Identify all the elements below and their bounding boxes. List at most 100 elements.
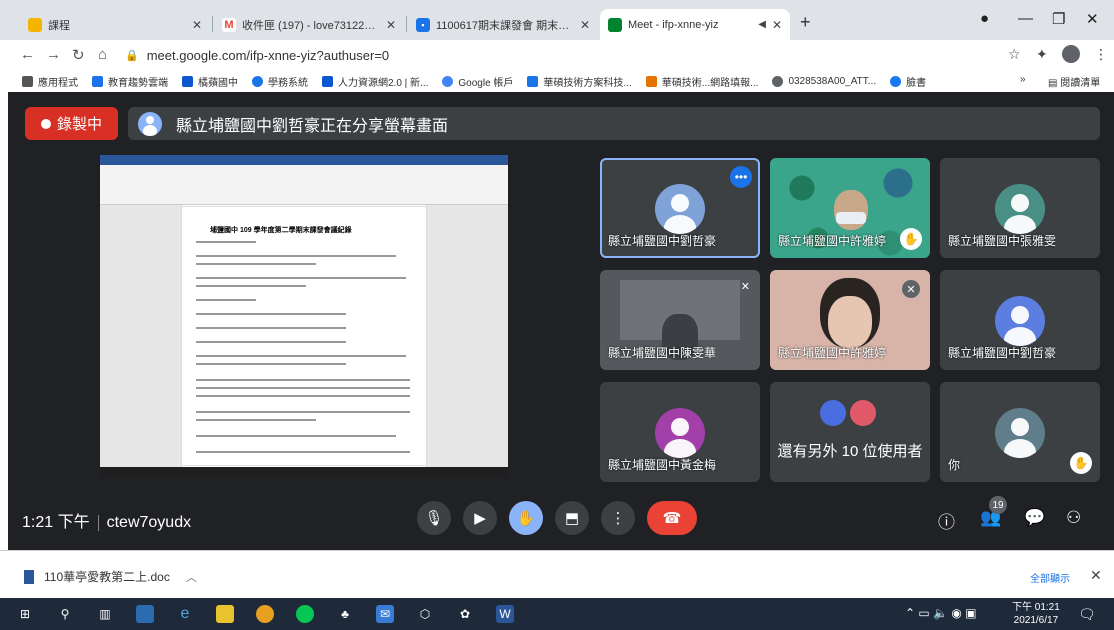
tray-app-icon[interactable]: ▣	[965, 606, 976, 620]
bookmark-item[interactable]: 教育趨勢雲端	[92, 74, 168, 89]
avatar	[995, 408, 1045, 458]
task-view-icon[interactable]: ▥	[96, 605, 114, 623]
minimize-icon[interactable]: —	[1018, 10, 1033, 27]
bookmark-item[interactable]: 0328538A00_ATT...	[772, 75, 876, 87]
record-dot-icon	[40, 118, 51, 129]
close-icon[interactable]: ✕	[772, 18, 782, 32]
bookmark-item[interactable]: 人力資源網2.0 | 新...	[322, 74, 428, 89]
profile-avatar[interactable]	[1062, 45, 1080, 63]
self-tile[interactable]: 你 ✋	[940, 382, 1100, 482]
app-icon[interactable]: ✿	[456, 605, 474, 623]
extensions-icon[interactable]: ✦	[1036, 46, 1048, 63]
person-face	[834, 190, 868, 230]
bookmark-item[interactable]: 臉書	[890, 74, 926, 89]
tray-app-icon[interactable]: ◉	[951, 606, 961, 620]
participant-name: 縣立埔鹽國中張雅雯	[948, 234, 1057, 248]
participant-tile[interactable]: 縣立埔鹽國中張雅雯	[940, 158, 1100, 258]
show-all-downloads-link[interactable]: 全部顯示	[1030, 570, 1070, 585]
file-explorer-icon[interactable]	[136, 605, 154, 623]
word-doc-icon	[24, 569, 34, 584]
package-icon[interactable]: ⬡	[416, 605, 434, 623]
more-options-icon[interactable]: •••	[730, 166, 752, 188]
avatar	[995, 296, 1045, 346]
present-button[interactable]: ⬒	[555, 501, 589, 535]
download-item[interactable]: 110華亭愛教第二上.doc ︿	[24, 568, 197, 585]
microphone-button[interactable]: 🎙	[417, 501, 451, 535]
face-mask	[836, 212, 866, 224]
new-tab-button[interactable]: +	[800, 12, 811, 33]
windows-start-icon[interactable]: ⊞	[16, 605, 34, 623]
clock-date: 2021/6/17	[1013, 615, 1059, 626]
participant-tile[interactable]: ✕ 縣立埔鹽國中許雅婷	[770, 270, 930, 370]
participant-tile[interactable]: 縣立埔鹽國中劉哲豪	[940, 270, 1100, 370]
tab-title: 收件匣 (197) - love73122828@	[242, 19, 380, 32]
reading-list-icon: ▤	[1048, 78, 1061, 89]
app-icon[interactable]: ♣	[336, 605, 354, 623]
star-icon[interactable]: ☆	[1008, 46, 1021, 63]
close-icon[interactable]: ✕	[1090, 567, 1102, 584]
chevron-up-icon[interactable]: ︿	[186, 569, 197, 585]
chevron-up-icon[interactable]: ⌃	[905, 606, 915, 620]
meeting-time: 1:21 下午	[22, 514, 90, 531]
bookmark-item[interactable]: 華碩技術方案科技...	[527, 74, 632, 89]
network-icon[interactable]: ▭	[918, 606, 929, 620]
chrome-icon[interactable]	[256, 605, 274, 623]
meeting-details-icon[interactable]: ⓘ	[938, 508, 955, 533]
reading-list-button[interactable]: ▤ 閱讀清單	[1048, 74, 1100, 89]
sticky-notes-icon[interactable]	[216, 605, 234, 623]
bookmark-item[interactable]: 華碩技術...網路填報...	[645, 74, 758, 89]
profile-dot-icon[interactable]: ●	[980, 10, 989, 27]
back-icon[interactable]: ←	[20, 46, 35, 63]
volume-icon[interactable]: 🔈	[933, 606, 948, 620]
doc-gutter-right	[426, 205, 508, 467]
system-tray[interactable]: ⌃ ▭ 🔈 ◉ ▣	[905, 606, 977, 620]
participant-tile[interactable]: ••• 縣立埔鹽國中劉哲豪	[600, 158, 760, 258]
url-text[interactable]: meet.google.com/ifp-xnne-yiz?authuser=0	[147, 48, 389, 63]
activities-icon[interactable]: ⚇	[1066, 508, 1081, 528]
menu-icon[interactable]: ⋮	[1094, 46, 1108, 63]
bookmark-item[interactable]: 橘蘋國中	[182, 74, 238, 89]
mail-icon[interactable]: ✉	[376, 605, 394, 623]
chat-icon[interactable]: 💬	[1024, 508, 1045, 528]
participant-tile[interactable]: ✕ 縣立埔鹽國中陳雯華	[600, 270, 760, 370]
bookmark-item[interactable]: 學務系統	[252, 74, 308, 89]
close-window-icon[interactable]: ✕	[1086, 10, 1099, 28]
audio-icon[interactable]: ◀	[758, 19, 766, 30]
search-icon[interactable]: ⚲	[56, 605, 74, 623]
close-icon[interactable]: ✕	[386, 18, 396, 32]
raise-hand-button[interactable]: ✋	[509, 501, 543, 535]
word-icon[interactable]: W	[496, 605, 514, 623]
reload-icon[interactable]: ↻	[72, 46, 85, 64]
home-icon[interactable]: ⌂	[98, 46, 107, 63]
forward-icon[interactable]: →	[46, 46, 61, 63]
notification-icon[interactable]: 🗨	[1078, 606, 1096, 623]
close-icon[interactable]: ✕	[580, 18, 590, 32]
doc-text-line	[196, 299, 256, 301]
ie-browser-icon[interactable]: e	[176, 605, 194, 623]
lock-icon[interactable]: 🔒	[125, 49, 139, 62]
tab-classroom[interactable]: 課程 ✕	[20, 9, 210, 40]
bookmarks-more-button[interactable]: »	[1020, 74, 1026, 85]
tab-meet[interactable]: Meet - ifp-xnne-yiz ◀ ✕	[600, 9, 790, 40]
shared-screen[interactable]: 埔鹽國中 109 學年度第二學期末課發會議紀錄	[100, 155, 508, 477]
more-options-button[interactable]: ⋮	[601, 501, 635, 535]
system-clock[interactable]: 下午 01:21 2021/6/17	[1012, 601, 1060, 627]
bookmark-apps[interactable]: 應用程式	[22, 74, 78, 89]
camera-button[interactable]: ▶	[463, 501, 497, 535]
others-tile[interactable]: 還有另外 10 位使用者	[770, 382, 930, 482]
close-icon[interactable]: ✕	[192, 18, 202, 32]
presentation-text: 縣立埔鹽國中劉哲豪正在分享螢幕畫面	[176, 117, 449, 135]
bookmark-item[interactable]: Google 帳戶	[442, 74, 513, 89]
recording-badge[interactable]: 錄製中	[25, 107, 118, 140]
tab-separator	[406, 16, 407, 32]
tab-gmail[interactable]: M 收件匣 (197) - love73122828@ ✕	[214, 9, 404, 40]
leave-call-button[interactable]: ☎	[647, 501, 697, 535]
participant-tile[interactable]: 縣立埔鹽國中黃金梅	[600, 382, 760, 482]
participant-name: 縣立埔鹽國中陳雯華	[608, 346, 717, 360]
line-icon[interactable]	[296, 605, 314, 623]
participant-count-badge: 19	[989, 496, 1007, 514]
participant-tile[interactable]: 縣立埔鹽國中許雅婷 ✋	[770, 158, 930, 258]
maximize-icon[interactable]: ❐	[1052, 10, 1065, 28]
tab-forms[interactable]: ▪ 1100617期末課發會 期末課發會 ✕	[408, 9, 598, 40]
address-bar[interactable]: 🔒 meet.google.com/ifp-xnne-yiz?authuser=…	[125, 44, 995, 66]
